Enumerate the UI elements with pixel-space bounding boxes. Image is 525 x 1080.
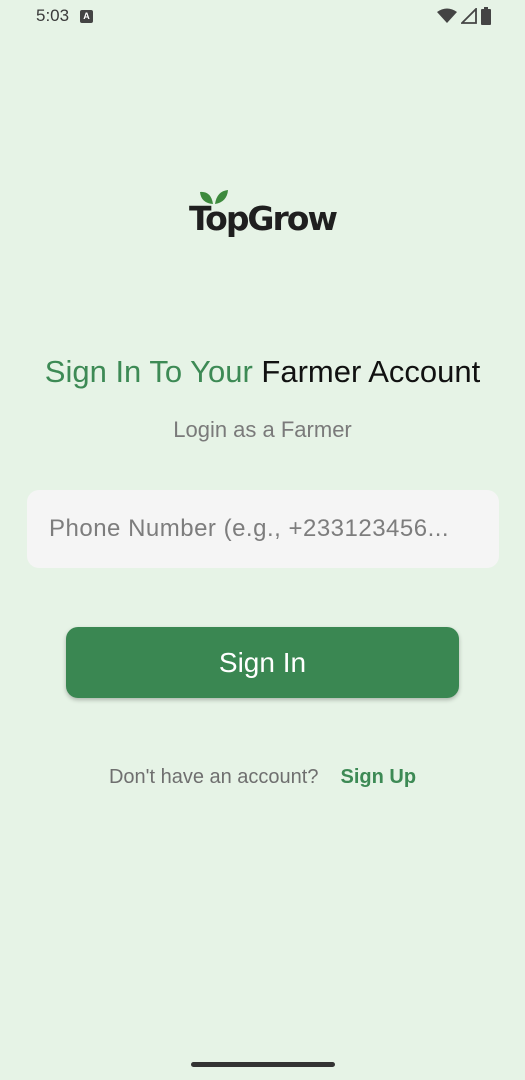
status-icons [437,7,491,25]
leaf-icon [200,189,229,204]
wifi-icon [437,8,457,23]
sign-in-button[interactable]: Sign In [66,627,459,698]
notification-a-icon: A [80,10,93,23]
page-title: Sign In To Your Farmer Account [0,354,525,390]
signal-icon [461,8,477,24]
page-subtitle: Login as a Farmer [173,417,352,442]
title-part-black: Farmer Account [261,354,481,389]
title-part-green: Sign In To Your [44,354,253,389]
status-bar: 5:03 A [0,0,525,34]
home-indicator[interactable] [191,1062,335,1067]
signup-prompt: Don't have an account? [108,766,319,788]
phone-number-input[interactable] [27,490,499,568]
status-time: 5:03 [36,6,70,25]
battery-icon [481,7,491,25]
app-logo: TopGrow [0,189,525,246]
sign-up-link[interactable]: Sign Up [340,766,416,789]
signup-row: Don't have an account? Sign Up [0,766,525,789]
